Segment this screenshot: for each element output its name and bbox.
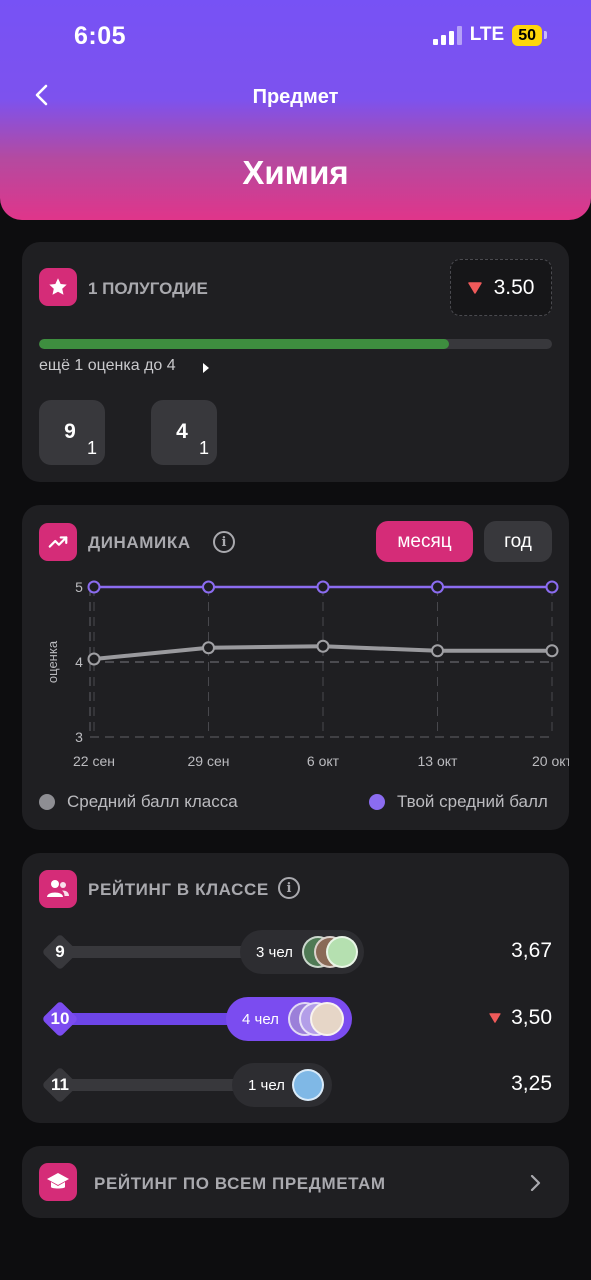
- rank-track: [72, 946, 262, 958]
- subject-title: Химия: [242, 154, 349, 191]
- avatar: [292, 1069, 324, 1101]
- x-tick-label: 29 сен: [188, 753, 230, 769]
- y-tick-label: 4: [75, 654, 83, 670]
- x-tick-label: 20 окт: [532, 753, 569, 769]
- toggle-month[interactable]: месяц: [376, 521, 473, 562]
- y-axis-label: оценка: [45, 640, 60, 683]
- network-label: LTE: [469, 24, 505, 45]
- grade-count: 1: [199, 438, 210, 458]
- all-subjects-title: РЕЙТИНГ ПО ВСЕМ ПРЕДМЕТАМ: [94, 1174, 386, 1193]
- star-icon: [39, 268, 77, 306]
- rank-score: 3,50: [489, 1006, 552, 1030]
- status-time: 6:05: [74, 22, 127, 50]
- legend-you: Твой средний балл: [369, 792, 548, 812]
- series-you-point: [202, 580, 215, 594]
- average-value: 3.50: [493, 275, 535, 299]
- grade-chip[interactable]: 4 1: [151, 400, 217, 465]
- legend-class: Средний балл класса: [39, 792, 238, 812]
- series-you-point: [87, 580, 101, 594]
- info-icon[interactable]: i: [278, 877, 300, 899]
- legend-you-label: Твой средний балл: [397, 792, 548, 811]
- rank-number: 9: [55, 942, 65, 961]
- average-score: 3.50: [450, 259, 552, 316]
- toggle-year[interactable]: год: [484, 521, 552, 562]
- semester-card: 1 ПОЛУГОДИЕ 3.50 ещё 1 оценка до 4 9 1 4…: [22, 242, 569, 482]
- chevron-right-icon[interactable]: [527, 1175, 543, 1191]
- x-tick-label: 22 сен: [73, 753, 115, 769]
- progress-hint[interactable]: ещё 1 оценка до 4: [39, 357, 176, 375]
- series-class-point: [202, 641, 215, 655]
- rating-title: РЕЙТИНГ В КЛАССЕ: [88, 880, 269, 899]
- people-count: 3 чел: [256, 943, 293, 961]
- grade-count: 1: [87, 438, 98, 458]
- series-you-point: [545, 580, 559, 594]
- series-class-point: [431, 644, 444, 658]
- people-pill[interactable]: 3 чел: [240, 930, 364, 974]
- nav-title: Предмет: [252, 86, 339, 108]
- rating-row[interactable]: 9 3 чел 3,67: [22, 930, 569, 978]
- dynamics-title: ДИНАМИКА: [88, 533, 191, 552]
- header: 6:05 LTE 50 Предмет Химия: [0, 0, 591, 220]
- rank-score: 3,25: [511, 1072, 552, 1096]
- rank-score-value: 3,67: [511, 939, 552, 962]
- signal-icon: [432, 25, 462, 45]
- play-icon[interactable]: [203, 363, 209, 373]
- rating-row[interactable]: 11 1 чел 3,25: [22, 1063, 569, 1111]
- series-class-point: [316, 639, 330, 653]
- rank-score-value: 3,50: [511, 1006, 552, 1029]
- legend-you-dot: [369, 794, 385, 810]
- rank-number: 10: [50, 1009, 70, 1028]
- rank-number: 11: [51, 1075, 69, 1094]
- people-count: 4 чел: [242, 1010, 279, 1028]
- x-tick-label: 6 окт: [307, 753, 340, 769]
- users-icon: [39, 870, 77, 908]
- legend-class-label: Средний балл класса: [67, 792, 238, 811]
- battery-icon: 50: [512, 24, 542, 46]
- people-count: 1 чел: [248, 1076, 285, 1094]
- status-icons: LTE 50: [432, 24, 547, 46]
- avatar: [326, 936, 358, 968]
- series-you-point: [316, 580, 330, 594]
- x-tick-label: 13 окт: [418, 753, 459, 769]
- series-class-point: [545, 644, 559, 658]
- trend-up-icon: [39, 523, 77, 561]
- info-icon[interactable]: i: [213, 531, 235, 553]
- people-pill[interactable]: 1 чел: [232, 1063, 332, 1107]
- series-class-point: [87, 652, 101, 666]
- rank-score-value: 3,25: [511, 1072, 552, 1095]
- progress-fill: [39, 339, 450, 349]
- heart-icon: [489, 1013, 501, 1023]
- y-tick-label: 3: [75, 729, 83, 745]
- dynamics-card: ДИНАМИКА i месяц год 5 4 3 оценка 22 сен 29 с…: [22, 505, 569, 830]
- semester-title: 1 ПОЛУГОДИЕ: [88, 279, 208, 298]
- legend-class-dot: [39, 794, 55, 810]
- all-subjects-rating[interactable]: РЕЙТИНГ ПО ВСЕМ ПРЕДМЕТАМ: [22, 1146, 569, 1218]
- progress-bar: [39, 339, 552, 349]
- grade-chip[interactable]: 9 1: [39, 400, 105, 465]
- heart-icon: [467, 281, 482, 294]
- y-tick-label: 5: [75, 579, 83, 595]
- rating-card: РЕЙТИНГ В КЛАССЕ i 9 3 чел 3,67 10 4 чел…: [22, 853, 569, 1123]
- rank-score: 3,67: [511, 939, 552, 963]
- series-you-point: [431, 580, 444, 594]
- rating-row-you[interactable]: 10 4 чел 3,50: [22, 997, 569, 1045]
- avatar: [310, 1002, 344, 1036]
- people-pill[interactable]: 4 чел: [226, 997, 352, 1041]
- graduation-cap-icon: [39, 1163, 77, 1201]
